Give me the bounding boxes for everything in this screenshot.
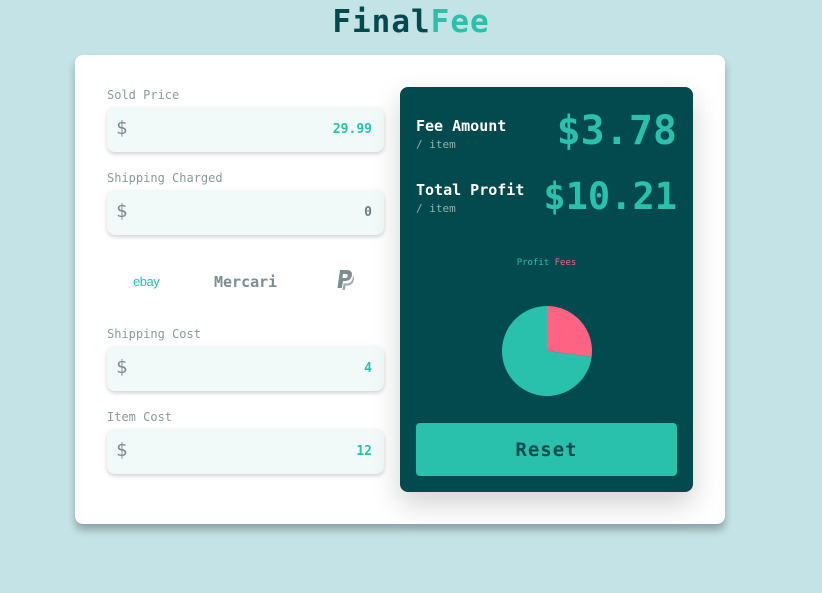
reset-button[interactable]: Reset xyxy=(416,423,677,476)
dollar-icon: $ xyxy=(116,117,128,139)
sold-price-field[interactable]: $ 29.99 xyxy=(107,107,384,152)
item-cost-label: Item Cost xyxy=(107,410,173,424)
app-title-part2: Fee xyxy=(430,4,490,40)
calculator-card: Sold Price $ 29.99 Shipping Charged $ 0 … xyxy=(75,55,725,524)
profit-fees-pie-chart xyxy=(502,306,592,396)
fee-amount-label: Fee Amount xyxy=(416,117,507,135)
dollar-icon: $ xyxy=(116,439,128,461)
legend-profit: Profit xyxy=(516,258,550,268)
shipping-charged-value[interactable]: 0 xyxy=(364,205,372,220)
legend-fees: Fees xyxy=(554,258,577,268)
total-profit-label: Total Profit xyxy=(416,181,525,199)
shipping-cost-value[interactable]: 4 xyxy=(364,361,372,376)
item-cost-value[interactable]: 12 xyxy=(356,444,372,459)
fee-amount-value: $3.78 xyxy=(556,108,677,154)
pie-slice-fees xyxy=(547,306,592,357)
sold-price-value[interactable]: 29.99 xyxy=(333,122,372,137)
results-panel: Fee Amount / item $3.78 Total Profit / i… xyxy=(400,87,693,492)
app-title: FinalFee xyxy=(0,4,822,40)
shipping-charged-field[interactable]: $ 0 xyxy=(107,190,384,235)
mercari-option[interactable]: Mercari xyxy=(214,273,277,291)
dollar-icon: $ xyxy=(116,200,128,222)
shipping-charged-label: Shipping Charged xyxy=(107,171,223,185)
fee-unit: / item xyxy=(416,138,456,151)
shipping-cost-field[interactable]: $ 4 xyxy=(107,346,384,391)
platform-selector: ebay Mercari xyxy=(107,260,384,304)
ebay-option[interactable]: ebay xyxy=(133,274,160,289)
total-profit-value: $10.21 xyxy=(543,175,677,218)
paypal-icon[interactable] xyxy=(336,269,354,295)
chart-legend: Profit Fees xyxy=(400,258,693,268)
profit-unit: / item xyxy=(416,202,456,215)
app-title-part1: Final xyxy=(332,4,431,40)
sold-price-label: Sold Price xyxy=(107,88,180,102)
dollar-icon: $ xyxy=(116,356,128,378)
shipping-cost-label: Shipping Cost xyxy=(107,327,201,341)
item-cost-field[interactable]: $ 12 xyxy=(107,429,384,474)
